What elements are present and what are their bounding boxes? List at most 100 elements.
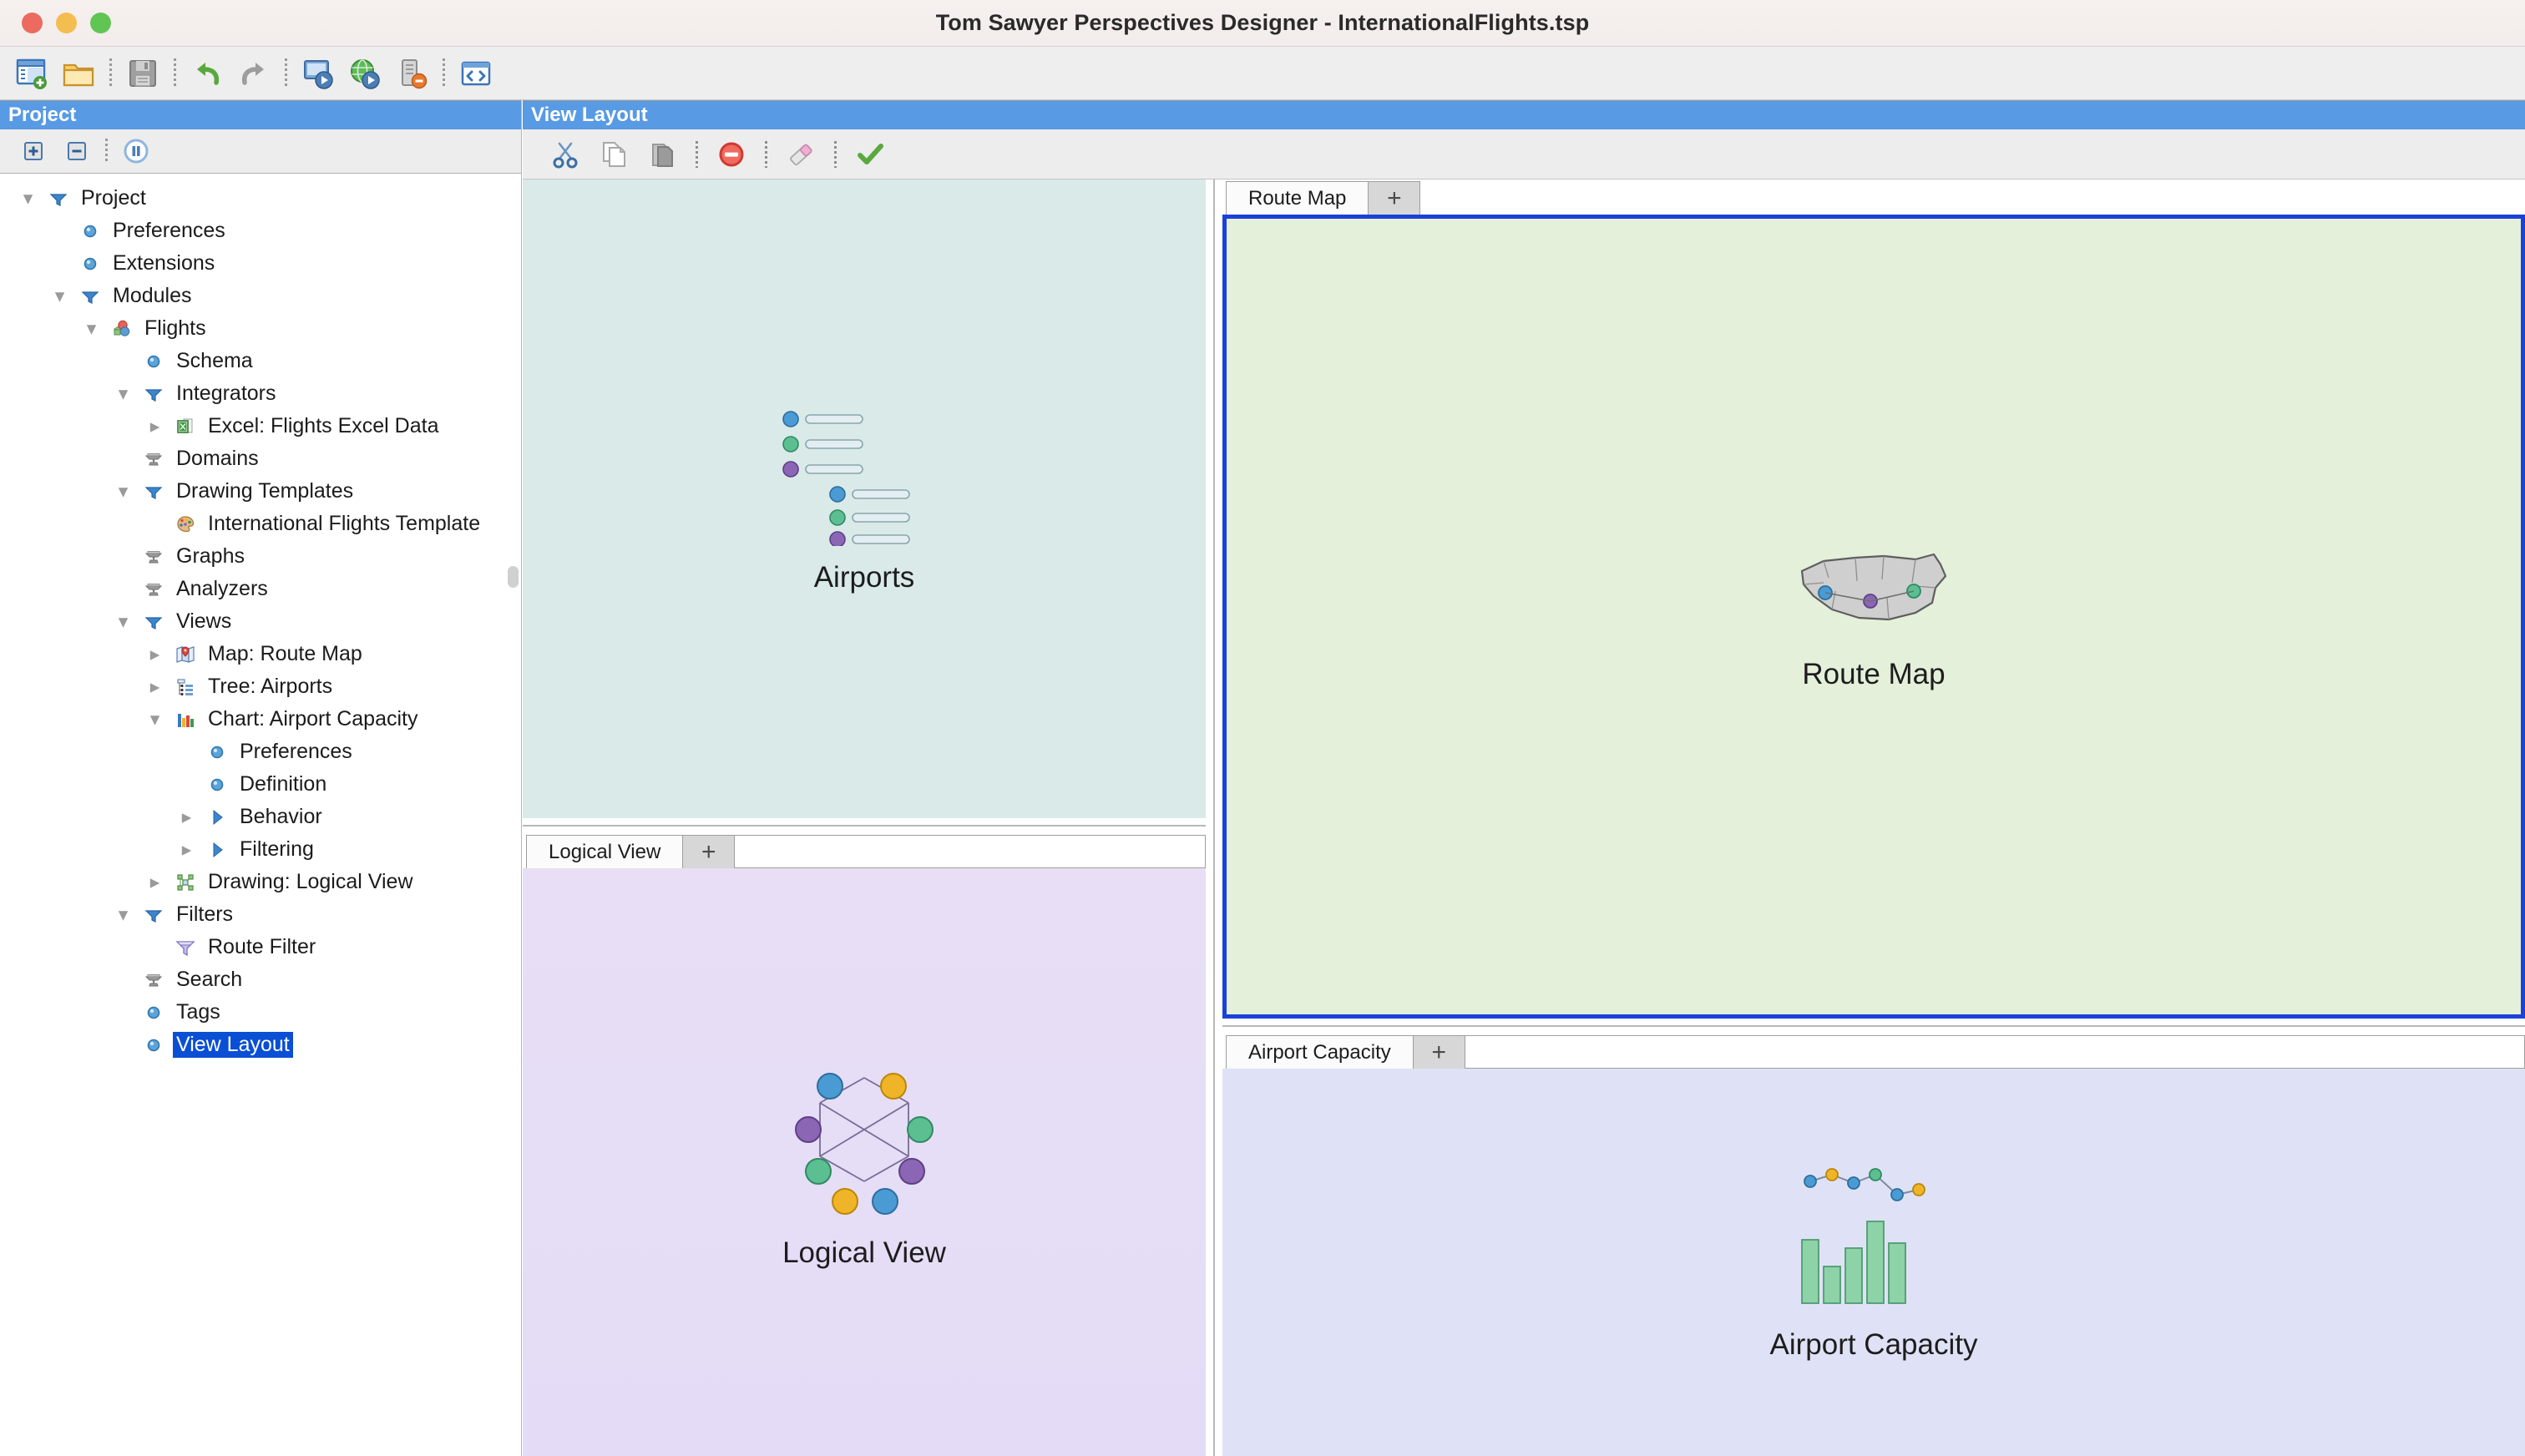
tree-item-domains[interactable]: Domains bbox=[0, 442, 521, 475]
tree-item-search[interactable]: Search bbox=[0, 963, 521, 996]
tree-item-tree-airports[interactable]: ▸ Tree: Airports bbox=[0, 670, 521, 703]
horizontal-splitter[interactable] bbox=[1222, 1019, 2525, 1034]
tree-item-label: Modules bbox=[113, 284, 192, 307]
tree-item-label: Graphs bbox=[176, 544, 245, 568]
add-tab-route-map-button[interactable]: + bbox=[1369, 181, 1421, 215]
tree-twisty-right-icon[interactable]: ▸ bbox=[139, 417, 171, 436]
project-tree-scrollbar[interactable] bbox=[508, 566, 519, 588]
bar-line-chart-thumbnail bbox=[1801, 1168, 1925, 1304]
title-bar: Tom Sawyer Perspectives Designer - Inter… bbox=[0, 0, 2525, 47]
tree-twisty-right-icon[interactable]: ▸ bbox=[170, 807, 203, 827]
us-map-thumbnail bbox=[1800, 553, 1947, 620]
tree-item-view-layout[interactable]: View Layout bbox=[0, 1029, 521, 1061]
toolbar-separator bbox=[105, 139, 108, 164]
funnel-blue-icon bbox=[44, 188, 73, 210]
pane-airport-capacity-canvas[interactable]: Airport Capacity bbox=[1222, 1069, 2525, 1456]
tree-item-label: View Layout bbox=[173, 1032, 293, 1058]
blue-dot-icon bbox=[203, 774, 231, 796]
copy-button[interactable] bbox=[590, 134, 638, 175]
excel-sheet-icon bbox=[171, 416, 200, 437]
tree-twisty-down-icon[interactable]: ▾ bbox=[139, 710, 171, 729]
tree-twisty-down-icon[interactable]: ▾ bbox=[107, 482, 139, 501]
clear-button[interactable] bbox=[777, 134, 825, 175]
tree-item-filtering[interactable]: ▸ Filtering bbox=[0, 833, 521, 866]
tree-item-views[interactable]: ▾ Views bbox=[0, 605, 521, 638]
tree-item-map-route-map[interactable]: ▸ Map: Route Map bbox=[0, 638, 521, 670]
blue-dot-icon bbox=[76, 220, 104, 242]
tree-item-integrators[interactable]: ▾ Integrators bbox=[0, 377, 521, 410]
vertical-splitter[interactable] bbox=[1206, 179, 1222, 1456]
toolbar-separator bbox=[285, 58, 287, 88]
run-web-button[interactable] bbox=[342, 50, 388, 97]
horizontal-splitter[interactable] bbox=[523, 818, 1206, 833]
save-button[interactable] bbox=[119, 50, 166, 97]
tree-twisty-down-icon[interactable]: ▾ bbox=[12, 189, 44, 208]
run-desktop-button[interactable] bbox=[295, 50, 342, 97]
tree-item-tags[interactable]: Tags bbox=[0, 996, 521, 1029]
filter-funnel-icon bbox=[171, 937, 200, 958]
tree-item-flights[interactable]: ▾ Flights bbox=[0, 312, 521, 345]
pane-airport-capacity[interactable]: Airport Capacity + Airport Capacity bbox=[1222, 1034, 2525, 1456]
tree-item-label: Map: Route Map bbox=[208, 642, 362, 665]
funnel-blue-icon bbox=[139, 611, 168, 633]
tree-item-project[interactable]: ▾ Project bbox=[0, 182, 521, 215]
pane-airports-canvas[interactable]: Airports bbox=[523, 179, 1206, 818]
tree-item-chart-airport-capacity[interactable]: ▾ Chart: Airport Capacity bbox=[0, 703, 521, 736]
view-layout-header: View Layout bbox=[523, 100, 2525, 129]
tree-item-graphs[interactable]: Graphs bbox=[0, 540, 521, 573]
tree-item-excel-flights-excel-data[interactable]: ▸ Excel: Flights Excel Data bbox=[0, 410, 521, 442]
tab-logical-view[interactable]: Logical View bbox=[526, 835, 684, 868]
tree-twisty-down-icon[interactable]: ▾ bbox=[107, 384, 139, 403]
tree-twisty-down-icon[interactable]: ▾ bbox=[43, 286, 76, 306]
delete-button[interactable] bbox=[707, 134, 756, 175]
tree-item-label: Preferences bbox=[113, 219, 225, 242]
apply-button[interactable] bbox=[846, 134, 894, 175]
pane-route-map[interactable]: Route Map + Route Map bbox=[1222, 179, 2525, 1019]
pane-route-map-label: Route Map bbox=[1802, 657, 1946, 690]
tree-item-drawing-templates[interactable]: ▾ Drawing Templates bbox=[0, 475, 521, 508]
tree-item-label: Schema bbox=[176, 349, 253, 372]
tree-item-behavior[interactable]: ▸ Behavior bbox=[0, 801, 521, 833]
tree-item-extensions[interactable]: Extensions bbox=[0, 247, 521, 280]
tree-twisty-down-icon[interactable]: ▾ bbox=[107, 905, 139, 924]
pane-logical-view[interactable]: Logical View + Logical View bbox=[523, 833, 1206, 1456]
tree-item-preferences[interactable]: Preferences bbox=[0, 215, 521, 247]
tree-item-preferences[interactable]: Preferences bbox=[0, 736, 521, 768]
tree-item-definition[interactable]: Definition bbox=[0, 768, 521, 801]
pane-route-map-canvas[interactable]: Route Map bbox=[1222, 215, 2525, 1019]
add-tab-airport-capacity-button[interactable]: + bbox=[1413, 1035, 1465, 1069]
expand-all-button[interactable] bbox=[12, 132, 55, 170]
tree-item-modules[interactable]: ▾ Modules bbox=[0, 280, 521, 312]
tree-twisty-right-icon[interactable]: ▸ bbox=[139, 872, 171, 892]
add-tab-logical-view-button[interactable]: + bbox=[683, 835, 736, 868]
paste-button[interactable] bbox=[638, 134, 686, 175]
source-code-button[interactable] bbox=[453, 50, 499, 97]
tree-item-international-flights-template[interactable]: International Flights Template bbox=[0, 508, 521, 540]
tree-item-drawing-logical-view[interactable]: ▸ Drawing: Logical View bbox=[0, 866, 521, 898]
redo-button[interactable] bbox=[230, 50, 277, 97]
pane-logical-view-canvas[interactable]: Logical View bbox=[523, 868, 1206, 1456]
pane-airports[interactable]: Airports bbox=[523, 179, 1206, 818]
toolbar-separator bbox=[765, 140, 767, 168]
tree-item-label: Definition bbox=[240, 772, 327, 796]
blue-dot-icon bbox=[203, 741, 231, 763]
tree-item-analyzers[interactable]: Analyzers bbox=[0, 573, 521, 605]
cut-button[interactable] bbox=[541, 134, 590, 175]
tree-item-filters[interactable]: ▾ Filters bbox=[0, 898, 521, 931]
tree-twisty-right-icon[interactable]: ▸ bbox=[170, 840, 203, 859]
open-project-button[interactable] bbox=[55, 50, 102, 97]
tree-twisty-right-icon[interactable]: ▸ bbox=[139, 645, 171, 664]
tree-twisty-right-icon[interactable]: ▸ bbox=[139, 677, 171, 696]
undo-button[interactable] bbox=[184, 50, 230, 97]
tree-twisty-down-icon[interactable]: ▾ bbox=[75, 319, 108, 338]
collapse-all-button[interactable] bbox=[55, 132, 99, 170]
pause-button[interactable] bbox=[114, 132, 158, 170]
new-project-button[interactable] bbox=[8, 50, 55, 97]
tab-airport-capacity[interactable]: Airport Capacity bbox=[1226, 1035, 1414, 1069]
project-tree[interactable]: ▾ Project Preferences Extensions ▾ Modules ▾… bbox=[0, 174, 521, 1456]
tab-route-map[interactable]: Route Map bbox=[1226, 181, 1369, 215]
stop-server-button[interactable] bbox=[388, 50, 435, 97]
tree-item-schema[interactable]: Schema bbox=[0, 345, 521, 377]
tree-item-route-filter[interactable]: Route Filter bbox=[0, 931, 521, 963]
tree-twisty-down-icon[interactable]: ▾ bbox=[107, 612, 139, 631]
